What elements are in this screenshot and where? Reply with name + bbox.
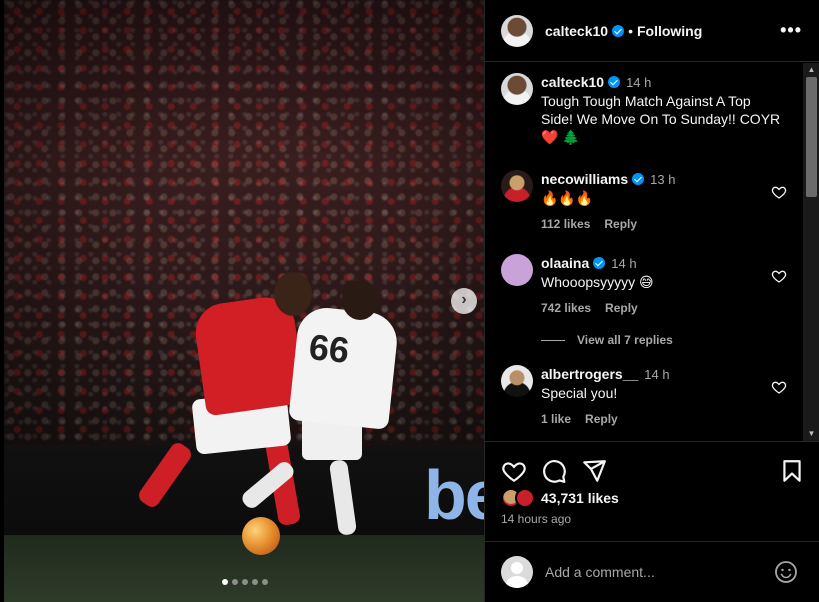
divider xyxy=(541,339,565,341)
avatar[interactable] xyxy=(501,170,533,202)
carousel-dot xyxy=(252,579,258,585)
avatar[interactable] xyxy=(501,14,533,47)
scroll-thumb[interactable] xyxy=(806,77,817,197)
scrollbar[interactable]: ▲ ▼ xyxy=(803,63,819,441)
avatar[interactable] xyxy=(501,73,533,105)
comment-input[interactable] xyxy=(545,562,765,582)
avatar xyxy=(501,556,533,588)
separator: • xyxy=(628,22,633,39)
comment-time: 13 h xyxy=(650,172,676,187)
heart-icon[interactable] xyxy=(771,379,787,395)
following-button[interactable]: Following xyxy=(637,23,702,39)
avatar xyxy=(515,488,535,508)
post-username[interactable]: calteck10 xyxy=(545,23,608,39)
comment-text: 🔥🔥🔥 xyxy=(541,190,594,206)
scroll-up-arrow-icon[interactable]: ▲ xyxy=(803,65,819,75)
post-timestamp: 14 hours ago xyxy=(501,512,572,526)
post-header: calteck10 • Following ••• xyxy=(485,0,819,62)
avatar[interactable] xyxy=(501,254,533,286)
more-icon[interactable]: ••• xyxy=(780,21,802,39)
jersey-number: 66 xyxy=(307,326,352,371)
carousel-dot xyxy=(242,579,248,585)
heart-icon[interactable] xyxy=(771,184,787,200)
carousel-dot xyxy=(262,579,268,585)
caption-text: Tough Tough Match Against A Top Side! We… xyxy=(541,93,781,145)
carousel-dot xyxy=(232,579,238,585)
post-media[interactable]: be 66 › xyxy=(4,0,484,602)
board-text: be xyxy=(424,456,484,534)
comments-list[interactable]: calteck10 14 h Tough Tough Match Against … xyxy=(485,63,803,441)
carousel-dots xyxy=(222,579,268,585)
carousel-dot xyxy=(222,579,228,585)
view-replies-button[interactable]: View all 7 replies xyxy=(541,333,673,347)
post-side-panel: calteck10 • Following ••• calteck10 14 h … xyxy=(484,0,819,602)
reply-button[interactable]: Reply xyxy=(604,217,637,231)
caption: calteck10 14 h Tough Tough Match Against … xyxy=(501,73,801,146)
verified-icon xyxy=(608,76,621,88)
list-item: olaaina 14 h Whooopsyyyyy 😅 742 likes Repl… xyxy=(501,254,801,315)
verified-icon xyxy=(632,173,645,185)
list-item: necowilliams 13 h 🔥🔥🔥 112 likes Reply xyxy=(501,170,801,231)
comment-username[interactable]: albertrogers__ xyxy=(541,366,638,382)
share-icon[interactable] xyxy=(581,458,607,484)
next-arrow-icon[interactable]: › xyxy=(451,288,477,314)
heart-icon[interactable] xyxy=(501,458,527,484)
avatar[interactable] xyxy=(501,365,533,397)
bookmark-icon[interactable] xyxy=(779,458,805,484)
heart-icon[interactable] xyxy=(771,268,787,284)
comment-likes[interactable]: 742 likes xyxy=(541,301,591,315)
view-replies-label[interactable]: View all 7 replies xyxy=(577,333,673,347)
football xyxy=(242,517,280,555)
comment-text: Whooopsyyyyy 😅 xyxy=(541,274,654,290)
caption-time: 14 h xyxy=(626,75,652,90)
comment-likes[interactable]: 1 like xyxy=(541,412,571,426)
list-item: albertrogers__ 14 h Special you! 1 like Re… xyxy=(501,365,801,426)
likes-summary[interactable]: 43,731 likes xyxy=(501,488,619,508)
comment-text: Special you! xyxy=(541,385,618,401)
comment-username[interactable]: necowilliams xyxy=(541,171,628,187)
comment-username[interactable]: olaaina xyxy=(541,255,589,271)
comment-likes[interactable]: 112 likes xyxy=(541,217,590,231)
emoji-icon[interactable] xyxy=(774,560,798,584)
scroll-down-arrow-icon[interactable]: ▼ xyxy=(803,429,819,439)
reply-button[interactable]: Reply xyxy=(585,412,618,426)
comment-composer xyxy=(485,541,819,602)
comment-time: 14 h xyxy=(611,256,637,271)
likes-count[interactable]: 43,731 likes xyxy=(541,490,619,506)
comment-icon[interactable] xyxy=(541,458,567,484)
verified-icon xyxy=(612,24,625,37)
caption-username[interactable]: calteck10 xyxy=(541,74,604,90)
reply-button[interactable]: Reply xyxy=(605,301,638,315)
verified-icon xyxy=(593,257,606,269)
comment-time: 14 h xyxy=(644,367,670,382)
